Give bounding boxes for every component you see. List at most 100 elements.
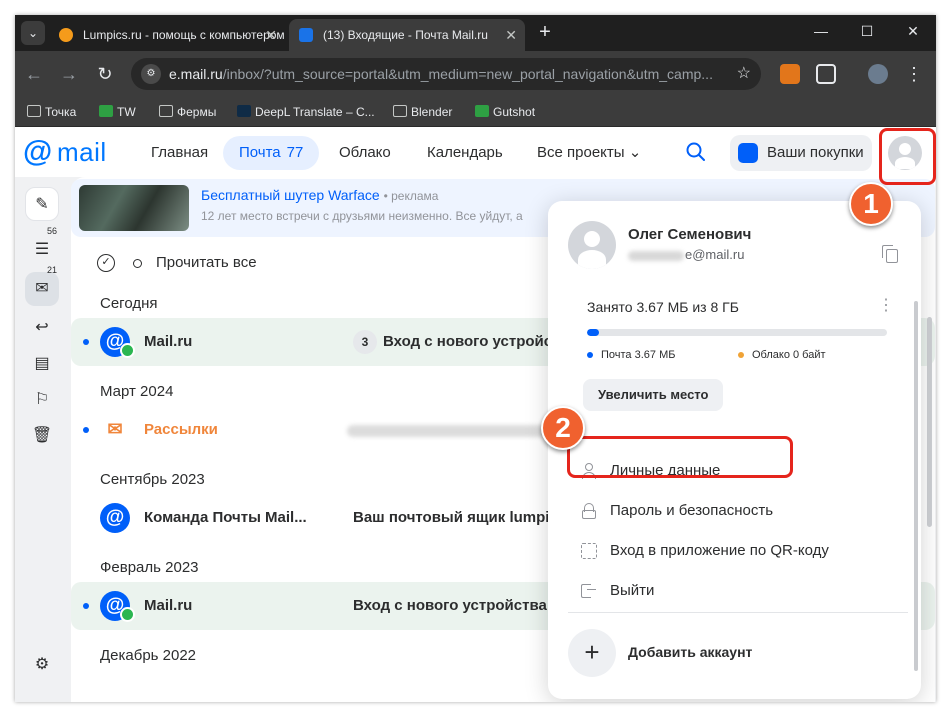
forward-button[interactable]: → xyxy=(56,61,82,87)
add-account-plus-icon[interactable]: + xyxy=(568,629,616,677)
tab-lumpics[interactable]: Lumpics.ru - помощь с компьютером ✕ xyxy=(49,19,285,51)
nav-mail[interactable]: Почта 77 xyxy=(223,136,320,170)
unread-indicator[interactable] xyxy=(83,603,89,609)
mailru-avatar-icon: @ xyxy=(100,591,135,622)
search-icon[interactable] xyxy=(685,141,707,163)
address-bar[interactable]: ⚙ e.mail.ru/inbox/?utm_source=portal&utm… xyxy=(131,58,761,90)
section-march-2024: Март 2024 xyxy=(100,383,174,400)
page-scrollbar[interactable] xyxy=(927,317,932,527)
bookmark-green-icon xyxy=(475,105,489,117)
sent-icon[interactable]: ↩ xyxy=(25,311,59,345)
back-button[interactable]: ← xyxy=(21,61,47,87)
folders-menu-icon[interactable]: ☰ xyxy=(25,233,59,267)
drafts-icon[interactable]: ▤ xyxy=(25,347,59,381)
unread-indicator[interactable] xyxy=(83,427,89,433)
logout-menu-item[interactable]: Выйти xyxy=(568,573,908,609)
cloud-dot-icon xyxy=(738,352,744,359)
verified-badge-icon xyxy=(120,607,135,622)
bookmark-deepl[interactable]: DeepL Translate – С... xyxy=(235,97,375,127)
section-september-2023: Сентябрь 2023 xyxy=(100,471,205,488)
tab-title: Lumpics.ru - помощь с компьютером xyxy=(83,28,285,42)
mail-sender: Mail.ru xyxy=(144,333,193,350)
mail-subject: Ваш почтовый ящик lumpics xyxy=(353,509,553,526)
blurred-subject xyxy=(347,425,547,437)
storage-progress-fill xyxy=(587,329,599,336)
step-1-callout: 1 xyxy=(849,182,893,226)
left-sidebar: ✎ ☰ 56 ✉ 21 ↩ ▤ ⚐ 🗑 ⚙ xyxy=(23,187,63,702)
close-window-button[interactable]: ✕ xyxy=(890,15,936,47)
password-security-menu-item[interactable]: Пароль и безопасность xyxy=(568,493,908,529)
reload-button[interactable]: ↻ xyxy=(92,61,118,87)
bookmark-tochka[interactable]: Точка xyxy=(25,97,76,127)
account-name: Олег Семенович xyxy=(628,226,752,243)
legend-mail: Почта 3.67 МБ xyxy=(587,349,675,361)
section-today: Сегодня xyxy=(100,295,158,312)
thread-count-badge: 3 xyxy=(353,330,377,354)
bookmark-star-icon[interactable]: ☆ xyxy=(737,58,751,90)
maximize-button[interactable]: ☐ xyxy=(844,15,890,47)
settings-gear-icon[interactable]: ⚙ xyxy=(25,648,59,682)
lock-icon xyxy=(581,503,597,519)
tab-search-button[interactable]: ⌄ xyxy=(21,21,45,45)
minimize-button[interactable]: — xyxy=(798,15,844,47)
qr-login-menu-item[interactable]: Вход в приложение по QR-коду xyxy=(568,533,908,569)
mail-sender: Mail.ru xyxy=(144,597,193,614)
step-2-callout: 2 xyxy=(541,406,585,450)
exit-icon xyxy=(581,583,597,599)
folders-count: 56 xyxy=(47,226,58,236)
purchases-button[interactable]: Ваши покупки xyxy=(730,135,872,171)
highlight-avatar xyxy=(879,128,936,185)
user-avatar-icon xyxy=(568,221,616,269)
inbox-icon[interactable]: ✉ xyxy=(25,272,59,306)
nav-cloud[interactable]: Облако xyxy=(339,136,391,170)
site-info-icon[interactable]: ⚙ xyxy=(141,64,161,84)
bookmark-fermy[interactable]: Фермы xyxy=(157,97,216,127)
select-all-checkbox-icon[interactable]: ✓ xyxy=(97,254,115,273)
nav-all-projects[interactable]: Все проекты ⌄ xyxy=(537,136,641,170)
nav-mail-count: 77 xyxy=(286,144,304,161)
verified-badge-icon xyxy=(120,343,135,358)
spam-icon[interactable]: ⚐ xyxy=(25,383,59,417)
divider xyxy=(568,612,908,613)
increase-storage-button[interactable]: Увеличить место xyxy=(583,379,724,411)
section-december-2022: Декабрь 2022 xyxy=(100,647,197,664)
tab-mail[interactable]: (13) Входящие - Почта Mail.ru ✕ xyxy=(289,19,525,51)
mailru-avatar-icon: @ xyxy=(100,327,135,358)
highlight-personal-data xyxy=(567,436,793,478)
promo-image xyxy=(79,185,189,231)
unread-dot-icon xyxy=(133,258,142,268)
nav-home[interactable]: Главная xyxy=(151,136,208,170)
close-tab-icon[interactable]: ✕ xyxy=(505,19,517,51)
lumpics-favicon-icon xyxy=(59,28,73,42)
new-tab-button[interactable]: + xyxy=(533,21,557,45)
metamask-extension-icon[interactable] xyxy=(780,64,800,84)
extensions-puzzle-icon[interactable] xyxy=(816,64,836,84)
mail-subject: Вход с нового устройства xyxy=(353,597,547,614)
read-all-button[interactable]: ✓ Прочитать все xyxy=(97,251,257,275)
unread-indicator[interactable] xyxy=(83,339,89,345)
url-text: e.mail.ru/inbox/?utm_source=portal&utm_m… xyxy=(169,66,713,82)
nav-calendar[interactable]: Календарь xyxy=(427,136,503,170)
profile-avatar-icon[interactable] xyxy=(868,64,888,84)
mail-dot-icon xyxy=(587,352,593,359)
mailru-team-avatar-icon: @ xyxy=(100,503,130,533)
add-account-button[interactable]: Добавить аккаунт xyxy=(628,644,752,660)
bookmark-gutshot[interactable]: Gutshot xyxy=(473,97,535,127)
mail-sender: Рассылки xyxy=(144,421,218,438)
copy-icon[interactable] xyxy=(882,245,898,263)
more-options-icon[interactable]: ⋮ xyxy=(878,297,894,315)
trash-icon[interactable]: 🗑 xyxy=(25,419,59,453)
bookmark-tw[interactable]: TW xyxy=(97,97,136,127)
compose-button[interactable]: ✎ xyxy=(25,187,59,221)
dropdown-scrollbar[interactable] xyxy=(914,301,918,671)
close-tab-icon[interactable]: ✕ xyxy=(265,19,277,51)
promo-title[interactable]: Бесплатный шутер Warface • реклама xyxy=(201,187,438,203)
bookmark-blender[interactable]: Blender xyxy=(391,97,452,127)
browser-window: ⌄ Lumpics.ru - помощь с компьютером ✕ (1… xyxy=(15,15,936,702)
folder-icon xyxy=(27,105,41,117)
legend-cloud: Облако 0 байт xyxy=(738,349,826,361)
bookmarks-bar: Точка TW Фермы DeepL Translate – С... Bl… xyxy=(15,97,936,127)
browser-menu-icon[interactable]: ⋮ xyxy=(901,61,927,87)
mail-top-nav: @ mail Главная Почта 77 Облако Календарь … xyxy=(15,127,936,177)
account-email: e@mail.ru xyxy=(628,247,744,262)
